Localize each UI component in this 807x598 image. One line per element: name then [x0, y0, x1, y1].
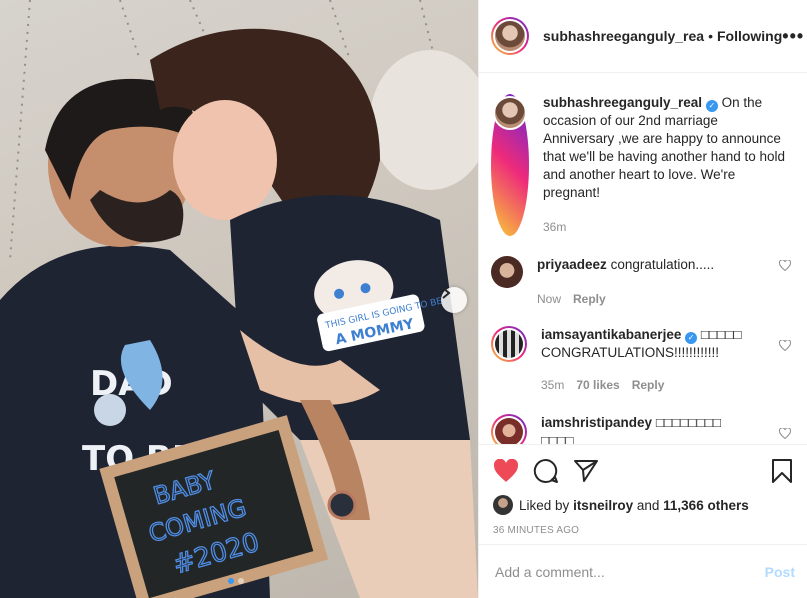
verified-icon: ✓	[685, 332, 698, 344]
reply-button[interactable]: Reply	[573, 290, 606, 308]
add-comment-bar: Post	[479, 544, 807, 598]
verified-icon: ✓	[705, 100, 718, 112]
likes-summary: Liked by itsneilroy and 11,366 others	[493, 495, 793, 515]
caption-avatar-ring[interactable]	[491, 94, 529, 236]
comment-username[interactable]: iamsayantikabanerjee	[541, 327, 681, 342]
avatar	[495, 418, 523, 444]
caption-username[interactable]: subhashreeganguly_real	[543, 95, 702, 110]
avatar[interactable]	[491, 256, 523, 288]
chevron-right-icon	[442, 287, 451, 299]
reply-button[interactable]: Reply	[632, 376, 665, 394]
heart-icon[interactable]	[779, 428, 791, 439]
couple-illustration: DAD TO BE THIS GIRL IS GOING TO BE A MOM…	[0, 0, 478, 598]
caption: subhashreeganguly_real ✓ On the occasion…	[491, 94, 791, 236]
post-actions: Liked by itsneilroy and 11,366 others 36…	[479, 444, 807, 544]
post-header: subhashreeganguly_rea • Following •••	[479, 0, 807, 73]
liked-by-user[interactable]: itsneilroy	[573, 498, 633, 513]
author-avatar-ring[interactable]	[491, 17, 529, 55]
post-button[interactable]: Post	[765, 564, 795, 580]
heart-icon	[493, 459, 519, 482]
share-button[interactable]	[573, 458, 599, 484]
heart-icon[interactable]	[779, 260, 791, 271]
comment-avatar-ring[interactable]	[491, 414, 527, 444]
comments-list[interactable]: subhashreeganguly_real ✓ On the occasion…	[479, 74, 807, 444]
comment-username[interactable]: priyaadeez	[537, 257, 607, 272]
carousel-dot	[238, 578, 244, 584]
post-photo[interactable]: DAD TO BE THIS GIRL IS GOING TO BE A MOM…	[0, 0, 478, 598]
avatar[interactable]	[493, 495, 513, 515]
more-options-icon[interactable]: •••	[782, 26, 807, 47]
carousel-indicator	[228, 578, 244, 584]
like-button[interactable]	[493, 459, 519, 483]
comment-likes[interactable]: 70 likes	[576, 376, 619, 394]
avatar	[495, 98, 525, 128]
post-sidebar: subhashreeganguly_rea • Following ••• su…	[478, 0, 807, 598]
following-button[interactable]: Following	[717, 28, 782, 44]
carousel-dot-active	[228, 578, 234, 584]
bookmark-icon	[772, 459, 792, 483]
list-item: iamsayantikabanerjee ✓ □□□□□ CONGRATULAT…	[491, 326, 791, 394]
comment-button[interactable]	[533, 458, 559, 484]
comment-input[interactable]	[495, 563, 765, 580]
comment-text: congratulation.....	[610, 257, 715, 272]
caption-time[interactable]: 36m	[543, 218, 566, 236]
list-item: iamshristipandey □□□□□□□□ □□□□	[491, 414, 791, 444]
header-separator: •	[708, 28, 713, 44]
post-timestamp[interactable]: 36 MINUTES AGO	[493, 525, 793, 536]
next-slide-button[interactable]	[441, 287, 467, 313]
liked-by-prefix: Liked by	[519, 497, 570, 513]
avatar	[495, 330, 523, 358]
author-username[interactable]: subhashreeganguly_rea	[543, 28, 704, 44]
comment-icon	[533, 458, 558, 483]
comment-time[interactable]: Now	[537, 290, 561, 308]
comment-avatar-ring[interactable]	[491, 326, 527, 362]
comment-username[interactable]: iamshristipandey	[541, 415, 652, 430]
list-item: priyaadeez congratulation..... Now Reply	[491, 256, 791, 308]
caption-text: On the occasion of our 2nd marriage Anni…	[543, 95, 786, 200]
liked-by-suffix: and	[636, 497, 660, 513]
likes-count-link[interactable]: 11,366 others	[663, 498, 749, 513]
heart-icon[interactable]	[779, 340, 791, 351]
save-button[interactable]	[771, 458, 793, 484]
comment-time[interactable]: 35m	[541, 376, 564, 394]
avatar	[495, 21, 525, 51]
share-icon	[574, 460, 598, 482]
